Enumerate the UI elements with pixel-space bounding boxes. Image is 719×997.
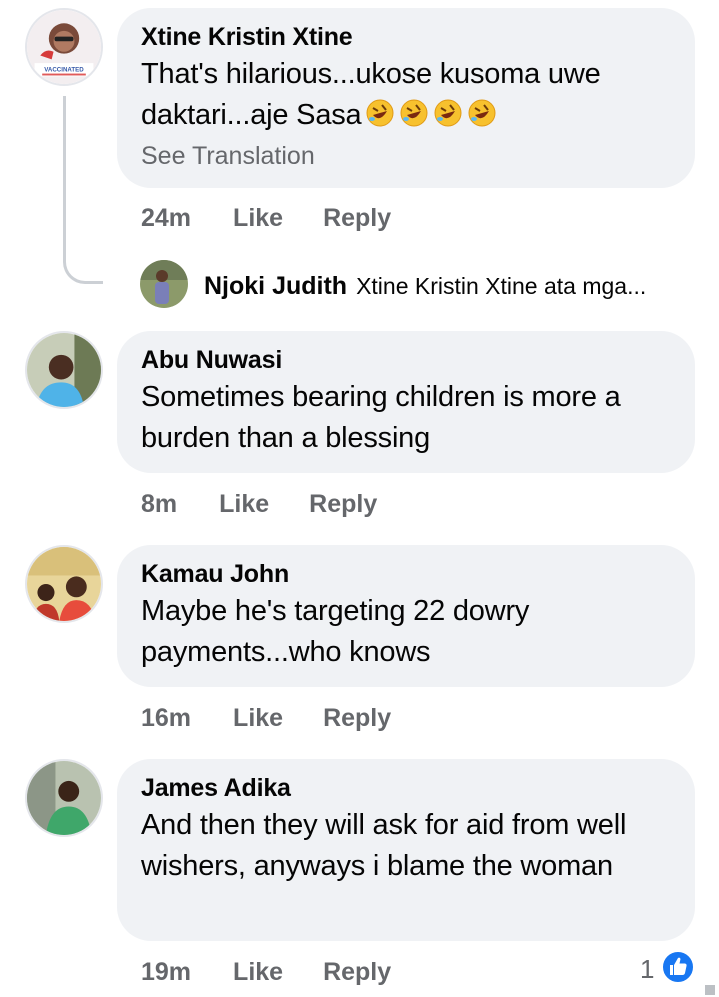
comment-actions: 8m Like Reply: [141, 486, 377, 522]
reply-thread-line: [63, 96, 103, 284]
reaction-count[interactable]: 1: [640, 954, 654, 985]
see-translation-link[interactable]: See Translation: [141, 138, 671, 174]
comment-timestamp[interactable]: 19m: [141, 958, 191, 987]
avatar-abu-nuwasi[interactable]: [25, 331, 103, 409]
rofl-emoji-icon: [400, 99, 428, 127]
avatar-image: [27, 761, 101, 835]
reply-button[interactable]: Reply: [309, 490, 377, 519]
comment-actions: 19m Like Reply: [141, 954, 391, 990]
avatar-image: VACCINATED: [27, 10, 101, 84]
comment-text: And then they will ask for aid from well…: [141, 809, 627, 882]
comment-timestamp[interactable]: 16m: [141, 704, 191, 733]
like-button[interactable]: Like: [233, 204, 283, 233]
avatar-xtine-kristin[interactable]: VACCINATED: [25, 8, 103, 86]
avatar-njoki-judith[interactable]: [140, 260, 188, 308]
comment-bubble: Xtine Kristin Xtine That's hilarious...u…: [117, 8, 695, 188]
reply-button[interactable]: Reply: [323, 204, 391, 233]
rofl-emoji-icon: [366, 99, 394, 127]
avatar-james-adika[interactable]: [25, 759, 103, 837]
comment-actions: 24m Like Reply: [141, 200, 391, 236]
avatar-kamau-john[interactable]: [25, 545, 103, 623]
reply-button[interactable]: Reply: [323, 704, 391, 733]
reply-snippet: Xtine Kristin Xtine ata mga...: [356, 272, 647, 299]
comment-actions: 16m Like Reply: [141, 700, 391, 736]
like-reaction-icon[interactable]: [661, 950, 695, 984]
avatar-image: [27, 547, 101, 621]
comment-bubble: James Adika And then they will ask for a…: [117, 759, 695, 941]
comment-author[interactable]: Abu Nuwasi: [141, 343, 671, 377]
comment-text: Maybe he's targeting 22 dowry payments..…: [141, 595, 530, 668]
avatar-image: [27, 333, 101, 407]
avatar-image: [140, 260, 188, 308]
like-button[interactable]: Like: [233, 704, 283, 733]
rofl-emoji-icon: [434, 99, 462, 127]
like-button[interactable]: Like: [233, 958, 283, 987]
comment-bubble: Kamau John Maybe he's targeting 22 dowry…: [117, 545, 695, 687]
comment-text: Sometimes bearing children is more a bur…: [141, 381, 621, 454]
like-button[interactable]: Like: [219, 490, 269, 519]
reply-author[interactable]: Njoki Judith: [204, 272, 347, 301]
comment-timestamp[interactable]: 8m: [141, 490, 177, 519]
comment-author[interactable]: James Adika: [141, 771, 671, 805]
comment-text: That's hilarious...ukose kusoma uwe dakt…: [141, 54, 671, 136]
comment-author[interactable]: Xtine Kristin Xtine: [141, 20, 671, 54]
rofl-emoji-icon: [468, 99, 496, 127]
scrollbar-thumb[interactable]: [705, 985, 715, 995]
svg-text:VACCINATED: VACCINATED: [44, 67, 84, 74]
comment-author[interactable]: Kamau John: [141, 557, 671, 591]
comment-bubble: Abu Nuwasi Sometimes bearing children is…: [117, 331, 695, 473]
comment-timestamp[interactable]: 24m: [141, 204, 191, 233]
reply-preview[interactable]: Njoki Judith Xtine Kristin Xtine ata mga…: [204, 266, 646, 306]
reply-button[interactable]: Reply: [323, 958, 391, 987]
